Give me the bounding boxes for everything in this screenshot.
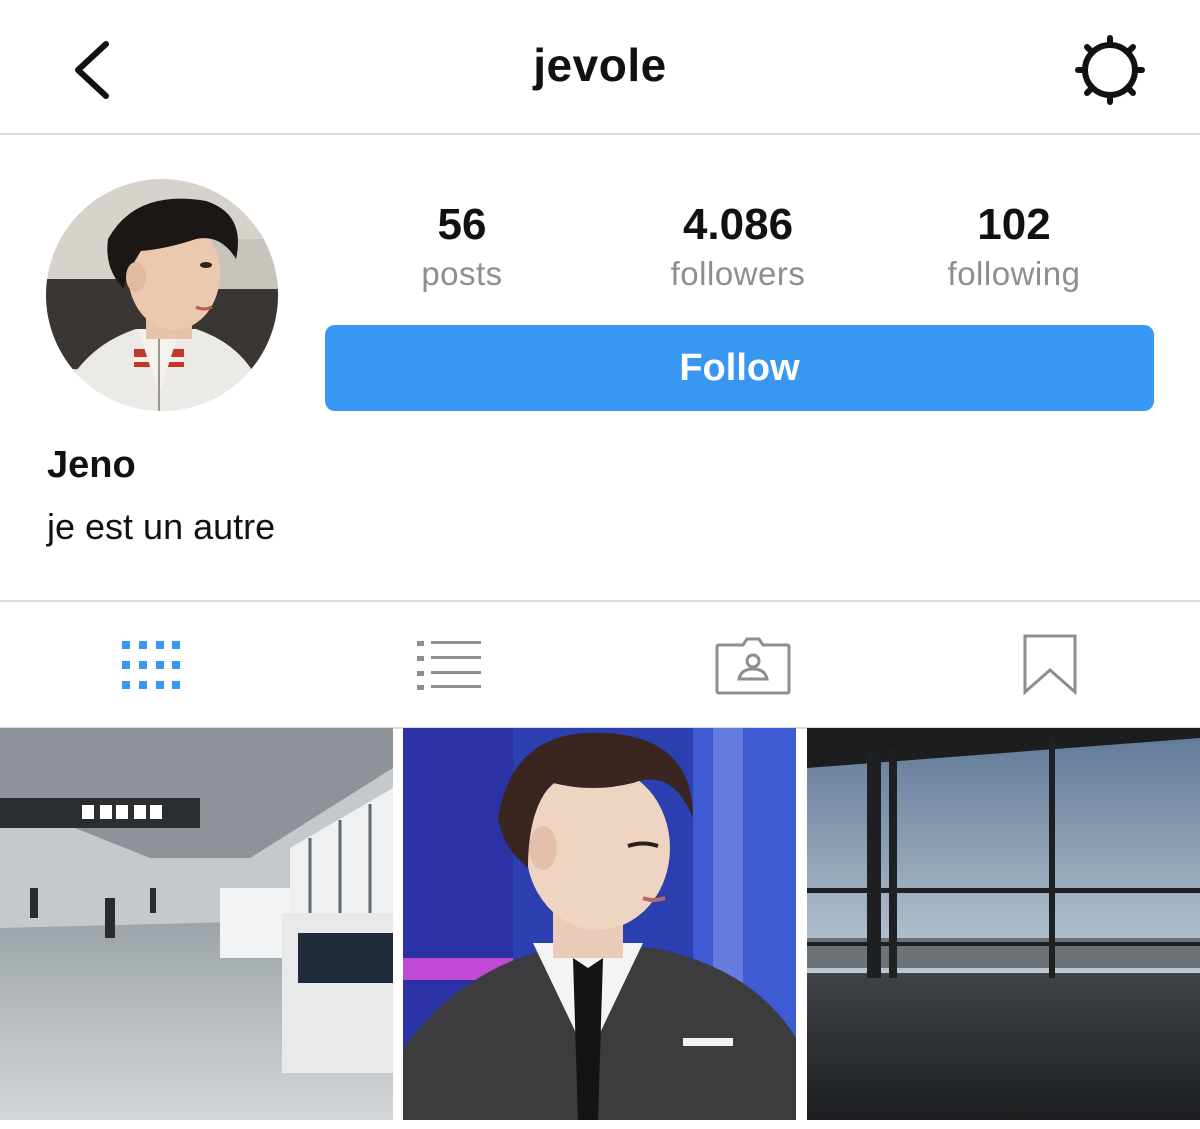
gear-icon: [1075, 35, 1145, 105]
airport-terminal-photo: [0, 728, 393, 1120]
posts-label: posts: [421, 255, 503, 292]
settings-button[interactable]: [1070, 32, 1150, 112]
tab-list[interactable]: [300, 602, 600, 727]
follow-button[interactable]: Follow: [325, 325, 1154, 411]
list-icon: [417, 640, 481, 690]
posts-count: 56: [437, 200, 487, 249]
profile-tabs: [0, 600, 1200, 729]
followers-count: 4.086: [682, 200, 794, 249]
post-thumbnail-1[interactable]: [0, 728, 393, 1120]
bookmark-icon: [1023, 634, 1077, 695]
profile-full-name: Jeno: [47, 444, 136, 486]
post-thumbnail-2[interactable]: [403, 728, 796, 1120]
following-stat[interactable]: 102 following: [904, 198, 1124, 296]
profile-header: jevole: [0, 0, 1200, 135]
tagged-icon: [715, 637, 791, 694]
tab-tagged[interactable]: [603, 602, 903, 727]
following-label: following: [947, 255, 1081, 292]
following-count: 102: [977, 200, 1051, 249]
followers-stat[interactable]: 4.086 followers: [628, 198, 848, 296]
avatar[interactable]: [46, 179, 278, 411]
portrait-suit-photo: [403, 728, 796, 1120]
avatar-photo: [46, 179, 278, 411]
profile-username: jevole: [533, 39, 667, 91]
posts-stat: 56 posts: [352, 198, 572, 296]
airport-window-photo: [807, 728, 1200, 1120]
profile-bio: je est un autre: [47, 506, 276, 547]
tab-saved[interactable]: [900, 602, 1200, 727]
tab-grid[interactable]: [0, 602, 300, 727]
post-thumbnail-3[interactable]: [807, 728, 1200, 1120]
followers-label: followers: [670, 255, 806, 292]
grid-icon: [122, 640, 180, 689]
